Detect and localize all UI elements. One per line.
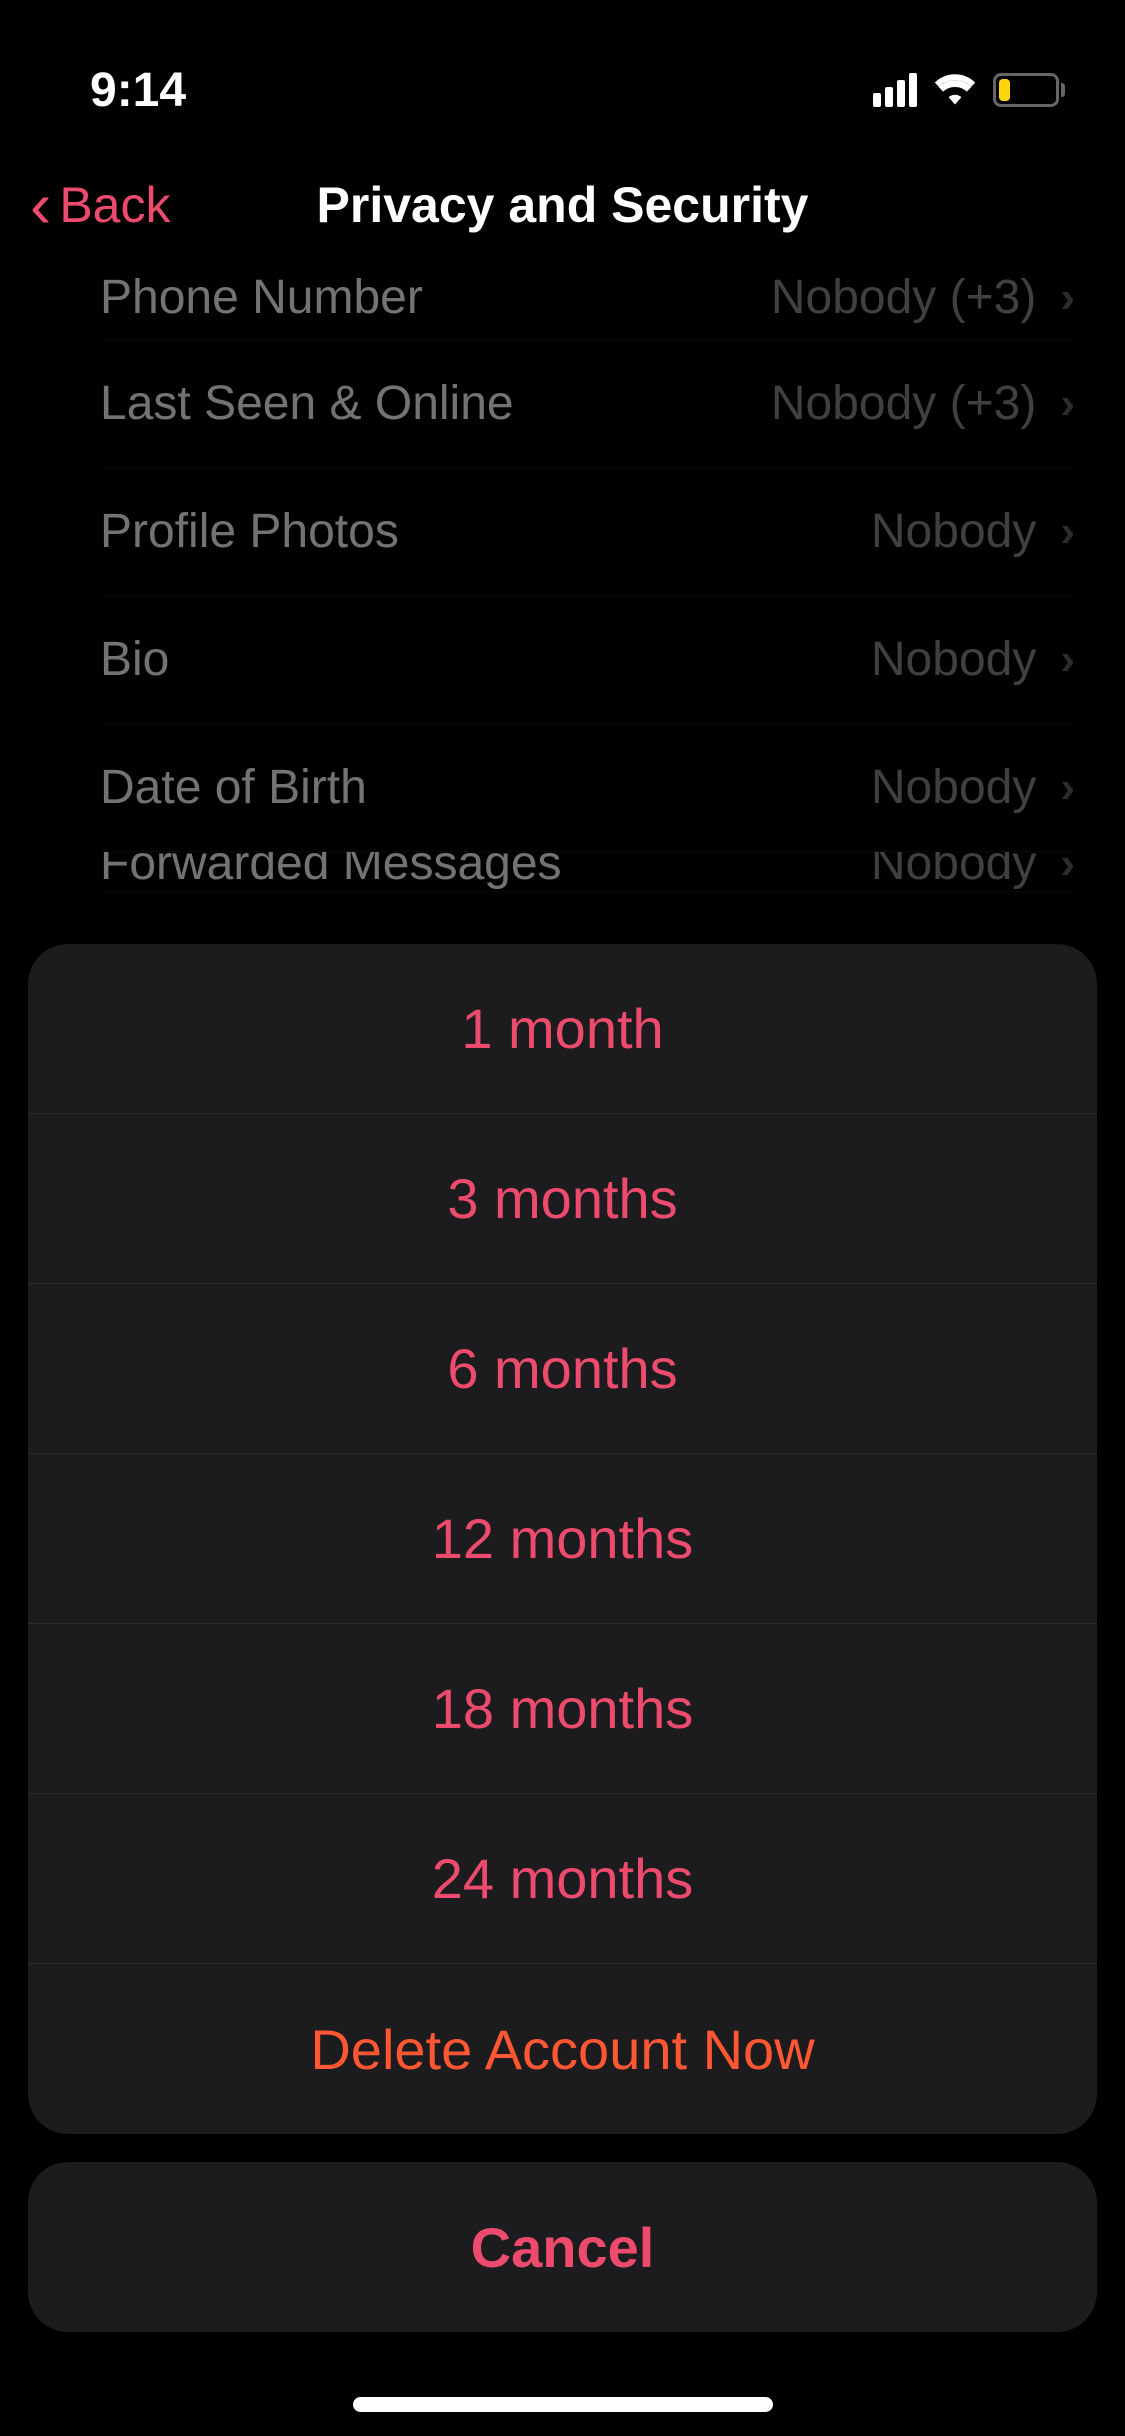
action-option-1-month[interactable]: 1 month xyxy=(28,944,1097,1114)
action-option-12-months[interactable]: 12 months xyxy=(28,1454,1097,1624)
page-title: Privacy and Security xyxy=(317,176,809,234)
status-time: 9:14 xyxy=(90,63,186,118)
battery-indicator: 20 xyxy=(993,73,1065,107)
wifi-icon xyxy=(933,71,977,110)
action-option-3-months[interactable]: 3 months xyxy=(28,1114,1097,1284)
chevron-left-icon: ‹ xyxy=(30,173,51,237)
action-option-6-months[interactable]: 6 months xyxy=(28,1284,1097,1454)
back-button-label: Back xyxy=(59,176,170,234)
cancel-button[interactable]: Cancel xyxy=(28,2162,1097,2332)
cellular-signal-icon xyxy=(873,73,917,107)
action-option-18-months[interactable]: 18 months xyxy=(28,1624,1097,1794)
navigation-bar: ‹ Back Privacy and Security xyxy=(0,140,1125,270)
action-option-24-months[interactable]: 24 months xyxy=(28,1794,1097,1964)
back-button[interactable]: ‹ Back xyxy=(30,173,170,237)
delete-account-now-button[interactable]: Delete Account Now xyxy=(28,1964,1097,2134)
status-bar: 9:14 20 xyxy=(0,0,1125,140)
action-sheet: 1 month 3 months 6 months 12 months 18 m… xyxy=(28,944,1097,2332)
battery-level: 20 xyxy=(1014,77,1038,103)
home-indicator[interactable] xyxy=(353,2397,773,2412)
status-indicators: 20 xyxy=(873,71,1065,110)
